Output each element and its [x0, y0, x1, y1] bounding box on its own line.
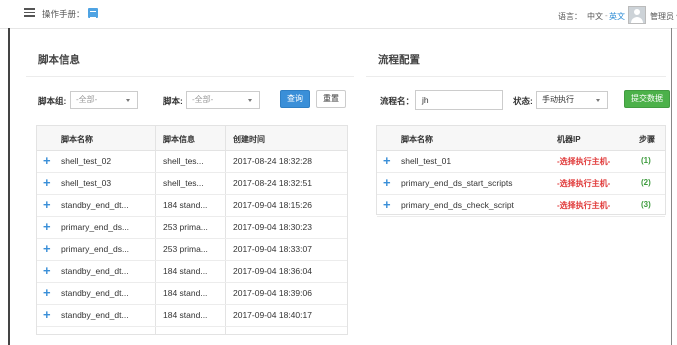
script-name-cell: standby_end_dt... — [61, 310, 129, 320]
script-group-label: 脚本组: — [38, 96, 67, 106]
script-select[interactable]: -全部- — [186, 91, 260, 109]
top-bar: 操作手册： 语言： 中文 - 英文 管理员 ▾ — [0, 0, 677, 29]
chevron-down-icon — [248, 99, 252, 102]
avatar[interactable] — [628, 6, 646, 24]
select-host-link[interactable]: -选择执行主机- — [557, 156, 610, 167]
add-icon[interactable]: + — [43, 286, 51, 299]
table-row[interactable]: + standby_end_dt... 184 stand... 2017-09-04… — [37, 194, 347, 217]
table-row[interactable]: + shell_test_03 shell_tes... 2017-08-24 18:… — [37, 172, 347, 195]
flow-config-title: 流程配置 — [378, 54, 420, 66]
column-header-script-info: 脚本信息 — [163, 135, 195, 144]
script-name-cell: standby_end_dt... — [61, 288, 129, 298]
created-time-cell: 2017-09-04 18:36:04 — [233, 266, 312, 276]
status-select[interactable]: 手动执行 — [536, 91, 608, 109]
script-info-cell: shell_tes... — [163, 156, 204, 166]
table-row[interactable]: + shell_test_02 shell_tes... 2017-08-24 18:… — [37, 150, 347, 173]
step-cell: (2) — [641, 178, 651, 187]
table-row[interactable]: + shell_test_01 -选择执行主机- (1) — [377, 150, 665, 173]
created-time-cell: 2017-09-04 18:40:17 — [233, 310, 312, 320]
select-host-link[interactable]: -选择执行主机- — [557, 178, 610, 189]
chevron-down-icon — [596, 99, 600, 102]
flow-name-label: 流程名： — [380, 96, 415, 106]
table-row[interactable]: + standby_end_dt... 184 stand... 2017-09-04… — [37, 282, 347, 305]
script-name-cell: primary_end_ds_check_script — [401, 200, 514, 210]
add-icon[interactable]: + — [383, 176, 391, 189]
flow-table: 脚本名称 机器IP 步骤 + shell_test_01 -选择执行主机- (1) + p… — [376, 125, 666, 217]
language-label: 语言： — [558, 12, 582, 21]
book-icon[interactable] — [88, 8, 98, 18]
column-header-script-name: 脚本名称 — [401, 135, 433, 144]
admin-menu[interactable]: 管理员 ▾ — [650, 11, 677, 22]
step-cell: (3) — [641, 200, 651, 209]
script-name-cell: shell_test_01 — [401, 156, 452, 166]
manual-label: 操作手册： — [42, 9, 85, 19]
language-separator: - — [605, 11, 608, 20]
table-row[interactable]: + standby_end_dt... 184 stand... 2017-09-04… — [37, 304, 347, 327]
add-icon[interactable]: + — [43, 198, 51, 211]
table-row[interactable]: + standby_end_dt... 184 stand... 2017-09-04… — [37, 260, 347, 283]
table-row[interactable]: + primary_end_ds_check_script -选择执行主机- (3) — [377, 194, 665, 217]
script-name-cell: primary_end_ds... — [61, 244, 130, 254]
add-icon[interactable]: + — [43, 242, 51, 255]
script-info-divider — [26, 76, 354, 77]
table-row[interactable]: + primary_end_ds_start_scripts -选择执行主机- (2) — [377, 172, 665, 195]
reset-button[interactable]: 重置 — [316, 90, 346, 108]
script-info-cell: shell_tes... — [163, 178, 204, 188]
script-name-cell: primary_end_ds_start_scripts — [401, 178, 513, 188]
add-icon[interactable]: + — [43, 176, 51, 189]
language-chinese-link[interactable]: 中文 — [587, 11, 603, 22]
add-icon[interactable]: + — [383, 154, 391, 167]
add-icon[interactable]: + — [43, 220, 51, 233]
script-name-cell: shell_test_02 — [61, 156, 112, 166]
column-header-step: 步骤 — [639, 135, 655, 144]
add-icon[interactable]: + — [43, 154, 51, 167]
window-frame-left — [8, 28, 10, 345]
status-label: 状态: — [513, 96, 533, 106]
flow-name-input[interactable]: jh — [415, 90, 503, 110]
script-info-cell: 253 prima... — [163, 244, 208, 254]
created-time-cell: 2017-09-04 18:30:23 — [233, 222, 312, 232]
window-frame-right — [671, 28, 672, 345]
script-info-cell: 184 stand... — [163, 310, 208, 320]
created-time-cell: 2017-08-24 18:32:28 — [233, 156, 312, 166]
add-icon[interactable]: + — [43, 308, 51, 321]
script-info-cell: 184 stand... — [163, 266, 208, 276]
query-button[interactable]: 查询 — [280, 90, 310, 108]
script-group-select[interactable]: -全部- — [70, 91, 138, 109]
add-icon[interactable]: + — [43, 264, 51, 277]
submit-data-button[interactable]: 提交数据 — [624, 90, 670, 108]
script-info-title: 脚本信息 — [38, 54, 80, 66]
add-icon[interactable]: + — [383, 198, 391, 211]
hamburger-menu-icon[interactable] — [24, 8, 35, 17]
flow-table-header: 脚本名称 机器IP 步骤 — [377, 126, 665, 151]
script-table: 脚本名称 脚本信息 创建时间 + shell_test_02 shell_tes..… — [36, 125, 348, 335]
script-label: 脚本: — [163, 96, 183, 106]
script-info-cell: 184 stand... — [163, 200, 208, 210]
column-header-machine-ip: 机器IP — [557, 135, 581, 144]
column-header-created-time: 创建时间 — [233, 135, 265, 144]
script-name-cell: standby_end_dt... — [61, 200, 129, 210]
step-cell: (1) — [641, 156, 651, 165]
created-time-cell: 2017-08-24 18:32:51 — [233, 178, 312, 188]
flow-config-divider — [366, 76, 666, 77]
column-header-script-name: 脚本名称 — [61, 135, 93, 144]
chevron-down-icon — [126, 99, 130, 102]
language-english-link[interactable]: 英文 — [609, 11, 625, 22]
created-time-cell: 2017-09-04 18:15:26 — [233, 200, 312, 210]
script-name-cell: standby_end_dt... — [61, 266, 129, 276]
table-row[interactable]: + primary_end_ds... 253 prima... 2017-09-04… — [37, 238, 347, 261]
script-table-header: 脚本名称 脚本信息 创建时间 — [37, 126, 347, 151]
created-time-cell: 2017-09-04 18:39:06 — [233, 288, 312, 298]
created-time-cell: 2017-09-04 18:33:07 — [233, 244, 312, 254]
script-info-cell: 253 prima... — [163, 222, 208, 232]
script-info-cell: 184 stand... — [163, 288, 208, 298]
table-row[interactable]: + primary_end_ds... 253 prima... 2017-09-04… — [37, 216, 347, 239]
script-name-cell: shell_test_03 — [61, 178, 112, 188]
select-host-link[interactable]: -选择执行主机- — [557, 200, 610, 211]
script-name-cell: primary_end_ds... — [61, 222, 130, 232]
